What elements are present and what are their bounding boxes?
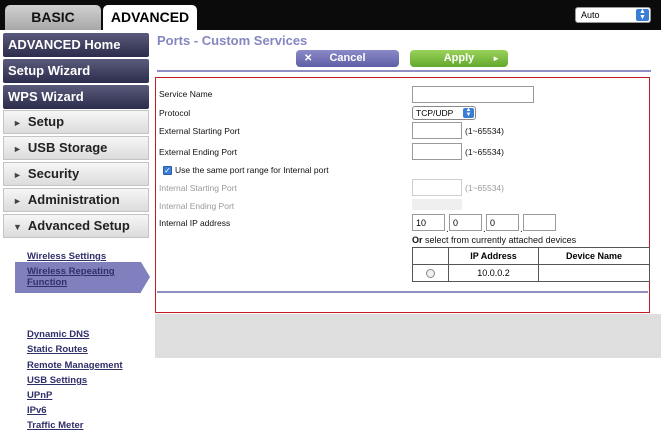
external-ending-port-hint: (1~65534) — [465, 147, 504, 157]
submenu-active-arrow — [141, 262, 150, 292]
language-select[interactable]: Auto ▲ ▼ — [575, 7, 651, 23]
nav-usb-storage-label: USB Storage — [27, 140, 108, 155]
nav-setup-label: Setup — [27, 114, 65, 129]
table-cell-ip: 10.0.0.2 — [448, 264, 539, 282]
apply-button[interactable]: Apply ► — [410, 50, 508, 67]
table-cell-select[interactable] — [412, 264, 449, 282]
submenu-dynamic-dns[interactable]: Dynamic DNS — [27, 329, 89, 340]
nav-administration-label: Administration — [27, 192, 120, 207]
attached-devices-caption: Or select from currently attached device… — [412, 235, 576, 245]
submenu-port-forwarding[interactable]: Port Forwarding / Port — [27, 294, 127, 305]
submenu-remote-management[interactable]: Remote Management — [27, 360, 123, 371]
internal-starting-port-hint: (1~65534) — [465, 183, 504, 193]
language-select-value: Auto — [581, 10, 600, 20]
select-arrows-icon: ▲ ▼ — [463, 107, 474, 118]
nav-setup-wizard[interactable]: Setup Wizard — [3, 59, 149, 83]
nav-setup[interactable]: ► Setup — [3, 110, 149, 134]
chevron-right-icon: ► — [13, 170, 22, 180]
table-header-device-name: Device Name — [538, 247, 650, 265]
submenu-upnp[interactable]: UPnP — [27, 390, 52, 401]
play-arrow-icon: ► — [492, 54, 500, 63]
bottom-band — [155, 314, 661, 358]
nav-advanced-setup[interactable]: ▼ Advanced Setup — [3, 214, 149, 238]
select-arrows-icon: ▲ ▼ — [636, 8, 649, 21]
chevron-down-icon: ▼ — [13, 222, 22, 232]
attached-devices-table: IP Address Device Name 10.0.0.2 — [412, 247, 650, 282]
or-label: Or — [412, 235, 423, 245]
cancel-button-label: Cancel — [329, 52, 366, 64]
protocol-select-value: TCP/UDP — [416, 108, 454, 118]
attached-devices-text: select from currently attached devices — [422, 235, 577, 245]
submenu-static-routes[interactable]: Static Routes — [27, 344, 88, 355]
ip-octet-3-input[interactable] — [486, 214, 519, 231]
same-port-range-checkbox[interactable]: ✓ — [163, 166, 172, 175]
tab-basic[interactable]: BASIC — [5, 5, 101, 30]
service-name-input[interactable] — [412, 86, 534, 103]
external-starting-port-hint: (1~65534) — [465, 126, 504, 136]
submenu-wireless-settings[interactable]: Wireless Settings — [27, 251, 106, 262]
nav-wps-wizard[interactable]: WPS Wizard — [3, 85, 149, 109]
title-divider — [157, 70, 651, 72]
submenu-traffic-meter[interactable]: Traffic Meter — [27, 420, 84, 431]
internal-ending-port-label: Internal Ending Port — [159, 201, 235, 211]
nav-administration[interactable]: ► Administration — [3, 188, 149, 212]
protocol-label: Protocol — [159, 108, 191, 118]
submenu-port-forwarding-line2[interactable]: Triggering — [27, 310, 73, 321]
nav-advanced-setup-label: Advanced Setup — [27, 218, 130, 233]
chevron-right-icon: ► — [13, 118, 22, 128]
nav-security[interactable]: ► Security — [3, 162, 149, 186]
tab-advanced[interactable]: ADVANCED — [103, 5, 197, 30]
ip-octet-4-input[interactable] — [523, 214, 556, 231]
ip-octet-1-input[interactable] — [412, 214, 445, 231]
external-starting-port-label: External Starting Port — [159, 126, 240, 136]
device-radio[interactable] — [426, 269, 435, 279]
submenu-ipv6[interactable]: IPv6 — [27, 405, 47, 416]
ip-octet-2-input[interactable] — [449, 214, 482, 231]
table-header-row: IP Address Device Name — [412, 247, 650, 265]
cancel-button[interactable]: ✕ Cancel — [296, 50, 399, 67]
submenu-wireless-repeating[interactable]: Wireless Repeating — [27, 266, 115, 277]
table-row[interactable]: 10.0.0.2 — [412, 264, 650, 282]
submenu-wireless-repeating-line2[interactable]: Function — [27, 277, 67, 288]
service-name-label: Service Name — [159, 89, 213, 99]
submenu-usb-settings[interactable]: USB Settings — [27, 375, 87, 386]
external-starting-port-input[interactable] — [412, 122, 462, 139]
nav-usb-storage[interactable]: ► USB Storage — [3, 136, 149, 160]
form-divider — [157, 291, 648, 293]
same-port-range-label: Use the same port range for Internal por… — [175, 165, 329, 175]
internal-ip-label: Internal IP address — [159, 218, 231, 228]
table-header-ip-address: IP Address — [448, 247, 539, 265]
table-header-select — [412, 247, 449, 265]
nav-advanced-home[interactable]: ADVANCED Home — [3, 33, 149, 57]
external-ending-port-input[interactable] — [412, 143, 462, 160]
top-bar: BASIC ADVANCED Auto ▲ ▼ — [0, 0, 661, 30]
external-ending-port-label: External Ending Port — [159, 147, 237, 157]
protocol-select[interactable]: TCP/UDP ▲ ▼ — [412, 106, 476, 120]
chevron-right-icon: ► — [13, 144, 22, 154]
internal-starting-port-input[interactable] — [412, 179, 462, 196]
internal-starting-port-label: Internal Starting Port — [159, 183, 237, 193]
internal-ending-port-input[interactable] — [412, 199, 462, 210]
apply-button-label: Apply — [443, 52, 475, 64]
close-icon: ✕ — [304, 53, 313, 64]
nav-security-label: Security — [27, 166, 80, 181]
chevron-right-icon: ► — [13, 196, 22, 206]
table-cell-device-name — [538, 264, 650, 282]
page-title: Ports - Custom Services — [157, 33, 308, 48]
